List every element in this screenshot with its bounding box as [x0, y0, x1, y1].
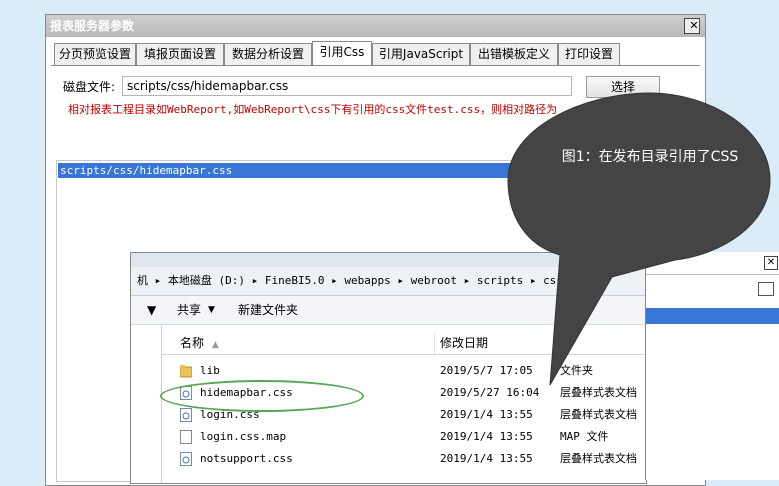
file-icon [180, 430, 192, 444]
tab-divider [51, 65, 700, 66]
css-file-icon [180, 408, 192, 422]
breadcrumb-webapps[interactable]: webapps [344, 274, 390, 287]
chevron-right-icon: ▸ [397, 274, 411, 287]
tab-fill-page[interactable]: 填报页面设置 [136, 43, 224, 65]
column-name[interactable]: 名称 ▲ [162, 333, 435, 354]
column-name-label: 名称 [180, 336, 205, 350]
chevron-right-icon: ▸ [251, 274, 265, 287]
breadcrumb-computer[interactable]: 机 [137, 274, 148, 287]
callout-text: 图1：在发布目录引用了CSS [561, 149, 739, 165]
tab-error-template[interactable]: 出错模板定义 [470, 43, 558, 65]
tab-javascript[interactable]: 引用JavaScript [372, 43, 470, 65]
highlight-ellipse [160, 380, 364, 412]
file-row[interactable]: login.css.map 2019/1/4 13:55 MAP 文件 [162, 426, 646, 448]
dialog-title: 报表服务器参数 [50, 19, 135, 33]
file-type: 层叠样式表文档 [560, 408, 637, 421]
tab-css[interactable]: 引用Css [312, 41, 372, 65]
css-file-icon [180, 452, 192, 466]
organize-dropdown-icon[interactable]: ▼ [147, 296, 156, 324]
file-date: 2019/1/4 13:55 [440, 452, 533, 465]
close-icon[interactable]: ✕ [684, 18, 700, 34]
sort-up-icon: ▲ [211, 340, 219, 350]
file-date: 2019/5/27 16:04 [440, 386, 540, 399]
file-name: notsupport.css [200, 452, 293, 465]
file-name: login.css.map [200, 430, 287, 443]
breadcrumb-local-disk[interactable]: 本地磁盘 (D:) [168, 274, 245, 287]
new-folder-button[interactable]: 新建文件夹 [238, 296, 298, 324]
file-date: 2019/1/4 13:55 [440, 408, 533, 421]
file-name: lib [200, 364, 220, 377]
share-button[interactable]: 共享 [177, 296, 201, 324]
tab-data-analysis[interactable]: 数据分析设置 [224, 43, 312, 65]
file-type: 层叠样式表文档 [560, 452, 637, 465]
file-row[interactable]: notsupport.css 2019/1/4 13:55 层叠样式表文档 [162, 448, 646, 470]
file-type: 层叠样式表文档 [560, 386, 637, 399]
path-hint: 相对报表工程目录如WebReport,如WebReport\css下有引用的cs… [68, 103, 558, 116]
breadcrumb-webroot[interactable]: webroot [411, 274, 457, 287]
chevron-right-icon: ▸ [154, 274, 168, 287]
chevron-right-icon: ▸ [463, 274, 477, 287]
tab-page-preview[interactable]: 分页预览设置 [54, 43, 136, 65]
chevron-right-icon: ▸ [331, 274, 345, 287]
callout-bubble [507, 92, 771, 385]
chevron-down-icon[interactable]: ▼ [208, 296, 215, 324]
breadcrumb-finebi[interactable]: FineBI5.0 [265, 274, 325, 287]
navigation-pane[interactable] [131, 325, 162, 483]
column-date-label: 修改日期 [440, 336, 489, 350]
file-label: 磁盘文件: [63, 80, 116, 94]
tab-print[interactable]: 打印设置 [558, 43, 620, 65]
folder-icon [179, 364, 193, 378]
file-type: MAP 文件 [560, 430, 609, 443]
dialog-title-bar: 报表服务器参数 ✕ [46, 15, 705, 37]
file-date: 2019/1/4 13:55 [440, 430, 533, 443]
